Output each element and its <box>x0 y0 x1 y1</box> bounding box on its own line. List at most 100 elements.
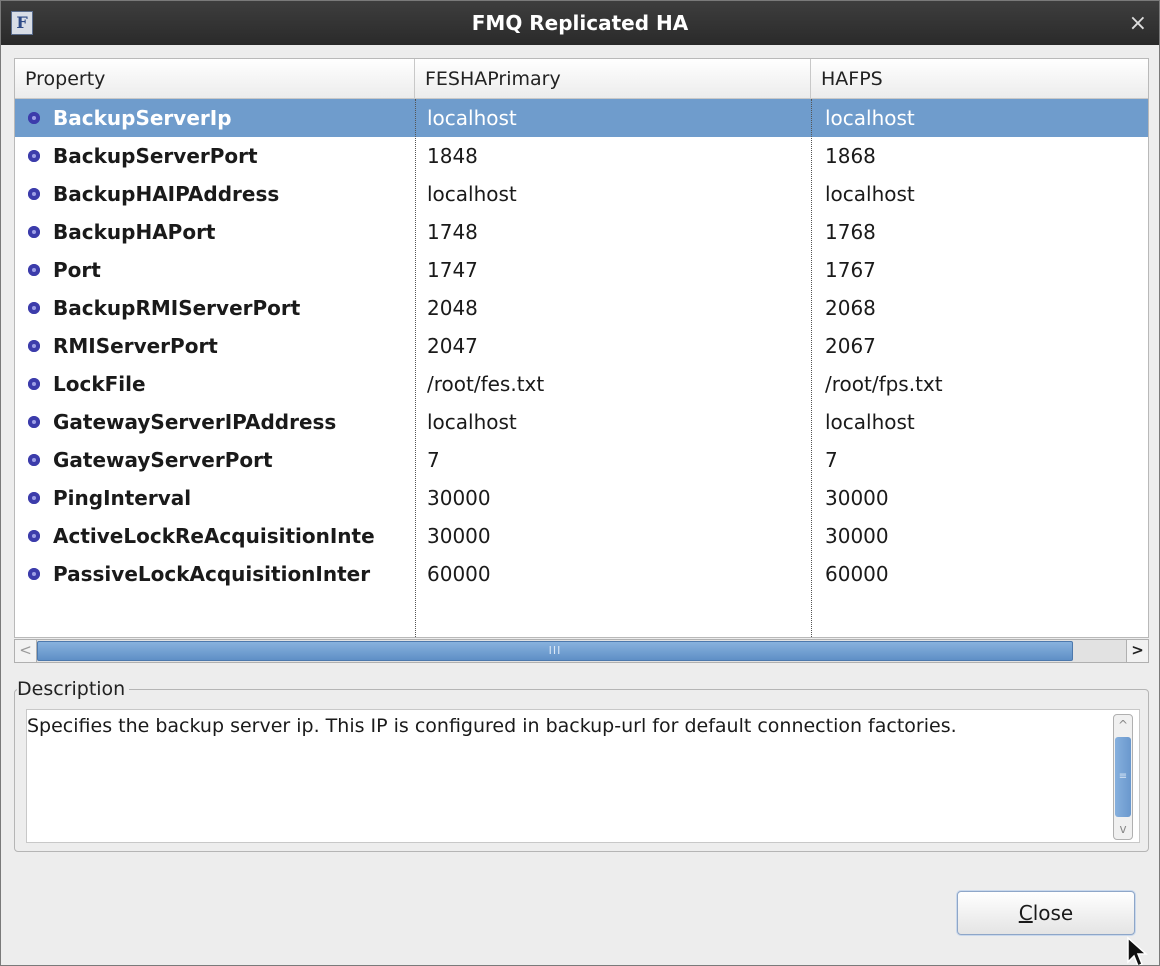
scroll-down-icon[interactable]: v <box>1114 819 1132 839</box>
feshaprimary-value-cell[interactable]: 60000 <box>415 555 811 593</box>
feshaprimary-value-cell[interactable]: /root/fes.txt <box>415 365 811 403</box>
property-name-text: GatewayServerIPAddress <box>53 410 337 434</box>
property-name-text: PingInterval <box>53 486 192 510</box>
property-name-text: BackupServerPort <box>53 144 258 168</box>
property-name-cell: RMIServerPort <box>15 327 415 365</box>
feshaprimary-value-cell[interactable]: 30000 <box>415 517 811 555</box>
hafps-value-cell[interactable]: 1868 <box>811 137 1148 175</box>
table-row[interactable]: PingInterval 30000 30000 <box>15 479 1148 517</box>
property-name-text: Port <box>53 258 101 282</box>
table-row[interactable]: ActiveLockReAcquisitionInte 30000 30000 <box>15 517 1148 555</box>
property-name-text: LockFile <box>53 372 146 396</box>
vertical-scrollbar[interactable]: ^ ≡ v <box>1113 714 1133 840</box>
property-name-cell: LockFile <box>15 365 415 403</box>
close-button-mnemonic: C <box>1018 901 1033 925</box>
bullet-icon <box>28 530 40 542</box>
description-legend: Description <box>17 676 130 702</box>
property-name-text: BackupHAPort <box>53 220 216 244</box>
property-name-cell: Port <box>15 251 415 289</box>
property-name-text: BackupRMIServerPort <box>53 296 301 320</box>
feshaprimary-value-cell[interactable]: 2048 <box>415 289 811 327</box>
scroll-up-icon[interactable]: ^ <box>1114 715 1132 735</box>
description-textarea[interactable]: Specifies the backup server ip. This IP … <box>26 709 1140 843</box>
hafps-value-cell[interactable]: 2067 <box>811 327 1148 365</box>
bullet-icon <box>28 264 40 276</box>
title-bar[interactable]: F FMQ Replicated HA × <box>1 1 1159 45</box>
property-name-text: BackupServerIp <box>53 106 232 130</box>
feshaprimary-value-cell[interactable]: 7 <box>415 441 811 479</box>
feshaprimary-value-cell[interactable]: 1848 <box>415 137 811 175</box>
feshaprimary-value-cell[interactable]: 1747 <box>415 251 811 289</box>
table-row[interactable]: BackupServerIp localhost localhost <box>15 99 1148 137</box>
property-name-text: RMIServerPort <box>53 334 218 358</box>
hafps-value-cell[interactable]: 1767 <box>811 251 1148 289</box>
property-name-cell: BackupServerPort <box>15 137 415 175</box>
hafps-value-cell[interactable]: 7 <box>811 441 1148 479</box>
hafps-value-cell[interactable]: localhost <box>811 175 1148 213</box>
table-row[interactable]: BackupServerPort 1848 1868 <box>15 137 1148 175</box>
horizontal-scroll-thumb[interactable]: III <box>37 641 1073 661</box>
hafps-value-cell[interactable]: 2068 <box>811 289 1148 327</box>
dialog-window: F FMQ Replicated HA × Property FESHAPrim… <box>0 0 1160 966</box>
hafps-value-cell[interactable]: 1768 <box>811 213 1148 251</box>
feshaprimary-value-cell[interactable]: localhost <box>415 403 811 441</box>
bullet-icon <box>28 112 40 124</box>
bullet-icon <box>28 454 40 466</box>
hafps-value-cell[interactable]: 30000 <box>811 517 1148 555</box>
property-name-text: PassiveLockAcquisitionInter <box>53 562 371 586</box>
property-name-text: GatewayServerPort <box>53 448 273 472</box>
bullet-icon <box>28 568 40 580</box>
table-row[interactable]: Port 1747 1767 <box>15 251 1148 289</box>
column-header-property[interactable]: Property <box>15 59 415 99</box>
column-header-feshaprimary[interactable]: FESHAPrimary <box>415 59 811 99</box>
property-name-cell: GatewayServerPort <box>15 441 415 479</box>
property-name-text: BackupHAIPAddress <box>53 182 280 206</box>
vertical-scroll-thumb[interactable]: ≡ <box>1115 737 1131 817</box>
table-row[interactable]: BackupRMIServerPort 2048 2068 <box>15 289 1148 327</box>
feshaprimary-value-cell[interactable]: 1748 <box>415 213 811 251</box>
property-name-cell: BackupHAPort <box>15 213 415 251</box>
column-separator <box>811 99 812 637</box>
description-text: Specifies the backup server ip. This IP … <box>27 715 957 737</box>
hafps-value-cell[interactable]: /root/fps.txt <box>811 365 1148 403</box>
property-name-cell: PassiveLockAcquisitionInter <box>15 555 415 593</box>
scroll-left-icon[interactable]: < <box>15 640 37 662</box>
property-table: Property FESHAPrimary HAFPS BackupServer… <box>14 58 1149 638</box>
close-icon[interactable]: × <box>1129 1 1147 45</box>
property-name-cell: GatewayServerIPAddress <box>15 403 415 441</box>
column-separator <box>415 99 416 637</box>
property-name-text: ActiveLockReAcquisitionInte <box>53 524 375 548</box>
property-name-cell: BackupRMIServerPort <box>15 289 415 327</box>
scroll-right-icon[interactable]: > <box>1126 640 1148 662</box>
window-title: FMQ Replicated HA <box>471 11 689 35</box>
table-row[interactable]: BackupHAIPAddress localhost localhost <box>15 175 1148 213</box>
feshaprimary-value-cell[interactable]: 2047 <box>415 327 811 365</box>
hafps-value-cell[interactable]: 60000 <box>811 555 1148 593</box>
feshaprimary-value-cell[interactable]: 30000 <box>415 479 811 517</box>
table-row[interactable]: GatewayServerPort 7 7 <box>15 441 1148 479</box>
column-header-hafps[interactable]: HAFPS <box>811 59 1148 99</box>
property-name-cell: BackupServerIp <box>15 99 415 137</box>
close-button[interactable]: Close <box>957 891 1135 935</box>
bullet-icon <box>28 416 40 428</box>
feshaprimary-value-cell[interactable]: localhost <box>415 99 811 137</box>
property-name-cell: BackupHAIPAddress <box>15 175 415 213</box>
table-row[interactable]: PassiveLockAcquisitionInter 60000 60000 <box>15 555 1148 593</box>
table-row[interactable]: LockFile/root/fes.txt/root/fps.txt <box>15 365 1148 403</box>
bullet-icon <box>28 302 40 314</box>
bullet-icon <box>28 492 40 504</box>
table-row[interactable]: RMIServerPort 2047 2067 <box>15 327 1148 365</box>
horizontal-scrollbar[interactable]: < III > <box>14 639 1149 663</box>
hafps-value-cell[interactable]: localhost <box>811 403 1148 441</box>
hafps-value-cell[interactable]: localhost <box>811 99 1148 137</box>
table-row[interactable]: GatewayServerIPAddress localhost localhost <box>15 403 1148 441</box>
close-button-label: lose <box>1032 901 1074 925</box>
mouse-cursor-icon <box>1127 936 1148 965</box>
feshaprimary-value-cell[interactable]: localhost <box>415 175 811 213</box>
property-name-cell: PingInterval <box>15 479 415 517</box>
bullet-icon <box>28 378 40 390</box>
hafps-value-cell[interactable]: 30000 <box>811 479 1148 517</box>
property-name-cell: ActiveLockReAcquisitionInte <box>15 517 415 555</box>
bullet-icon <box>28 150 40 162</box>
table-row[interactable]: BackupHAPort 1748 1768 <box>15 213 1148 251</box>
